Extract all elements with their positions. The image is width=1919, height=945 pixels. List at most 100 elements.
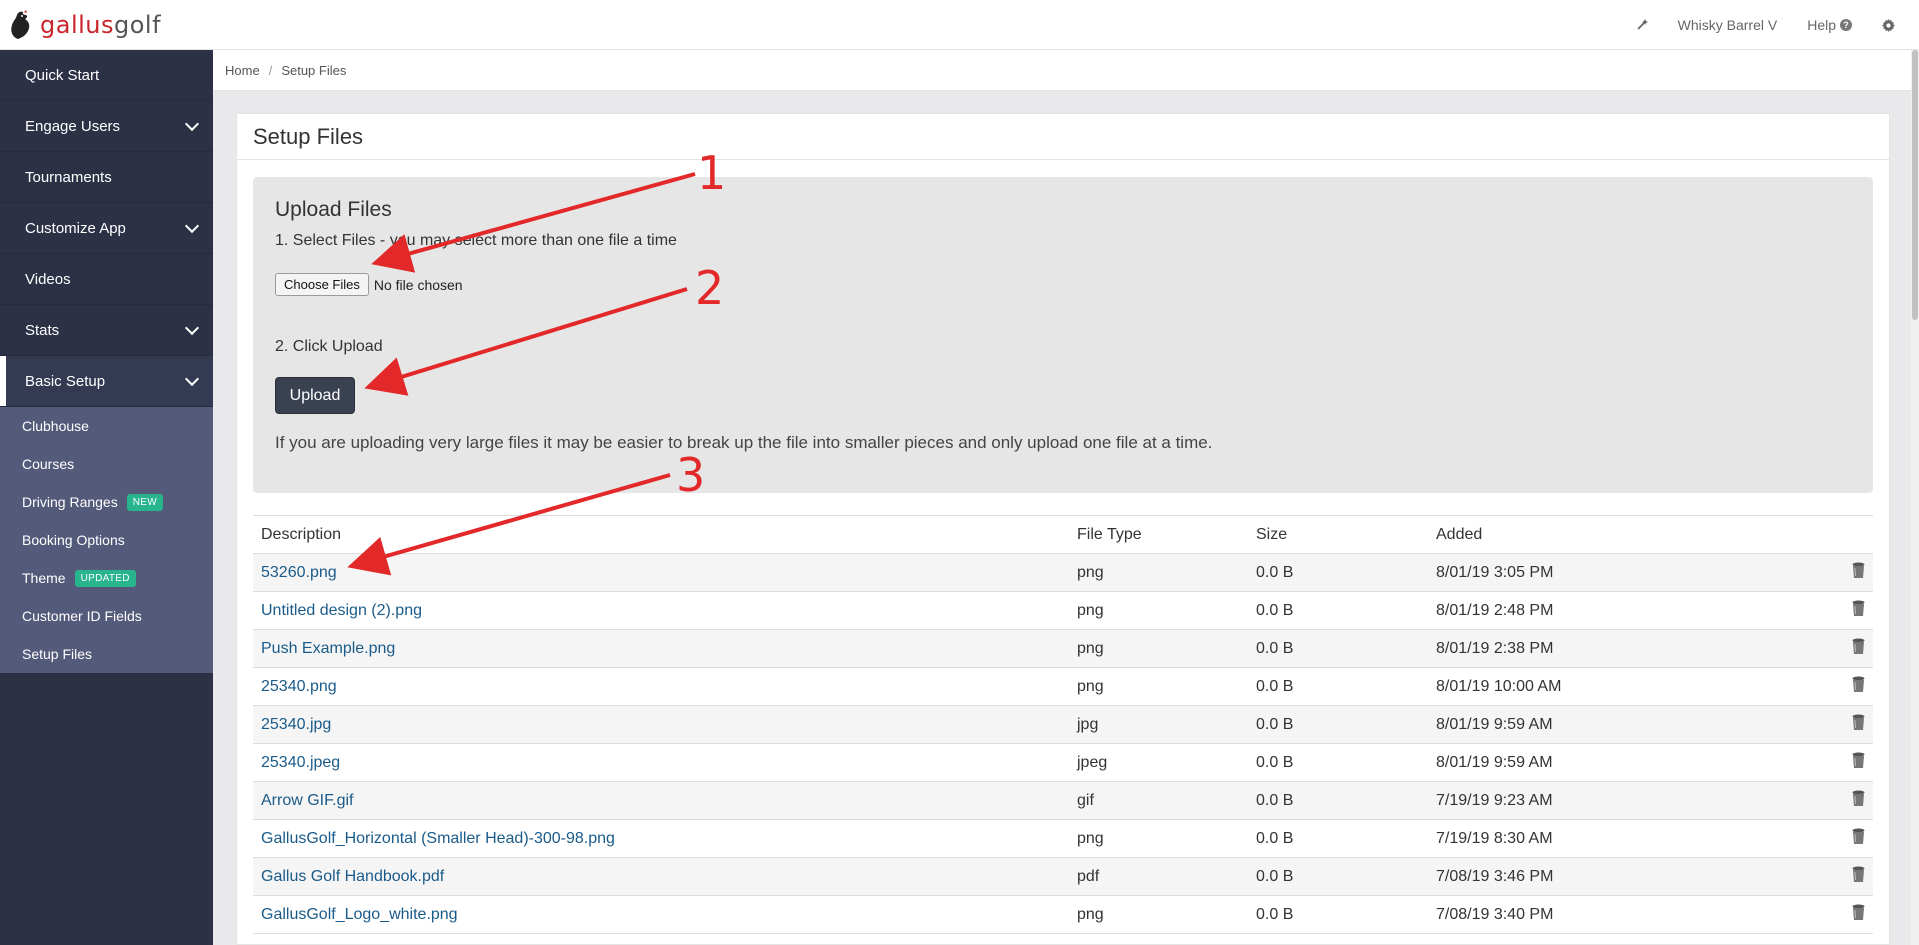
file-link[interactable]: Gallus Golf Handbook.pdf — [261, 868, 444, 885]
sidebar-subnav: Clubhouse Courses Driving Ranges NEW Boo… — [0, 407, 213, 673]
sidebar-item-quick-start[interactable]: Quick Start — [0, 50, 213, 101]
file-actions-cell — [1808, 667, 1873, 706]
table-row: GallusGolf_Logo_white.png png 0.0 B 7/08/19… — [253, 895, 1873, 934]
file-description-cell: Arrow GIF.gif — [253, 781, 1069, 820]
settings-button[interactable] — [1882, 18, 1895, 32]
subnav-item-theme[interactable]: Theme UPDATED — [0, 559, 213, 597]
table-row: 25340.png png 0.0 B 8/01/19 10:00 AM — [253, 667, 1873, 706]
file-type-cell: png — [1069, 629, 1248, 668]
table-row: 53260.png png 0.0 B 8/01/19 3:05 PM — [253, 553, 1873, 592]
help-menu[interactable]: Help ? — [1807, 17, 1852, 33]
file-type-cell: png — [1069, 895, 1248, 934]
file-link[interactable]: 53260.png — [261, 564, 337, 581]
chevron-down-icon — [184, 320, 200, 335]
setup-files-panel: Setup Files Upload Files 1. Select Files… — [236, 113, 1890, 945]
file-input[interactable]: Choose Files No file chosen — [275, 273, 463, 296]
subnav-item-customer-id-fields[interactable]: Customer ID Fields — [0, 597, 213, 635]
file-description-cell: Push Example.png — [253, 629, 1069, 668]
file-link[interactable]: 25340.png — [261, 678, 337, 695]
scrollbar-thumb[interactable] — [1912, 50, 1918, 320]
column-header-description[interactable]: Description — [253, 515, 1069, 554]
trash-icon[interactable] — [1852, 790, 1865, 807]
sidebar-item-engage-users[interactable]: Engage Users — [0, 101, 213, 152]
subnav-item-setup-files[interactable]: Setup Files — [0, 635, 213, 673]
sidebar-item-label: Stats — [25, 321, 60, 339]
file-link[interactable]: GallusGolf_Horizontal (Smaller Head)-300… — [261, 830, 615, 847]
account-menu[interactable]: Whisky Barrel V — [1678, 17, 1778, 33]
file-description-cell: 25340.png — [253, 667, 1069, 706]
file-type-cell: pdf — [1069, 857, 1248, 896]
file-actions-cell — [1808, 553, 1873, 592]
updated-badge: UPDATED — [74, 569, 136, 587]
file-size-cell: 0.0 B — [1248, 629, 1428, 668]
file-added-cell: 7/19/19 9:23 AM — [1428, 781, 1808, 820]
table-row: GallusGolf_Horizontal (Smaller Head)-300… — [253, 819, 1873, 858]
sidebar-item-tournaments[interactable]: Tournaments — [0, 152, 213, 203]
file-size-cell: 0.0 B — [1248, 591, 1428, 630]
logo-text-brand: gallus — [40, 11, 114, 39]
file-description-cell: GallusGolf_Horizontal (Smaller Head)-300… — [253, 819, 1069, 858]
file-added-cell: 7/08/19 3:40 PM — [1428, 895, 1808, 934]
sidebar-item-stats[interactable]: Stats — [0, 305, 213, 356]
file-added-cell: 8/01/19 9:59 AM — [1428, 705, 1808, 744]
trash-icon[interactable] — [1852, 904, 1865, 921]
subnav-item-label: Driving Ranges — [22, 494, 118, 510]
column-header-added[interactable]: Added — [1428, 515, 1808, 554]
column-header-size[interactable]: Size — [1248, 515, 1428, 554]
trash-icon[interactable] — [1852, 752, 1865, 769]
magic-wand-button[interactable] — [1636, 19, 1648, 31]
file-size-cell: 0.0 B — [1248, 553, 1428, 592]
breadcrumb-home-link[interactable]: Home — [225, 63, 260, 78]
upload-button[interactable]: Upload — [275, 377, 355, 414]
file-link[interactable]: GallusGolf_Logo_white.png — [261, 906, 458, 923]
annotation-number-1: 1 — [697, 146, 727, 200]
sidebar-item-videos[interactable]: Videos — [0, 254, 213, 305]
table-row: Gallus Golf Handbook.pdf pdf 0.0 B 7/08/19 … — [253, 857, 1873, 896]
subnav-item-courses[interactable]: Courses — [0, 445, 213, 483]
trash-icon[interactable] — [1852, 638, 1865, 655]
file-actions-cell — [1808, 629, 1873, 668]
rooster-logo-icon — [11, 10, 30, 39]
file-link[interactable]: Arrow GIF.gif — [261, 792, 353, 809]
file-link[interactable]: 25340.jpg — [261, 716, 331, 733]
trash-icon[interactable] — [1852, 714, 1865, 731]
column-header-file-type[interactable]: File Type — [1069, 515, 1248, 554]
trash-icon[interactable] — [1852, 828, 1865, 845]
new-badge: NEW — [126, 493, 163, 511]
top-nav: Whisky Barrel V Help ? — [1636, 0, 1895, 50]
file-link[interactable]: Untitled design (2).png — [261, 602, 422, 619]
choose-files-button[interactable]: Choose Files — [275, 273, 369, 296]
sidebar-item-label: Customize App — [25, 219, 126, 237]
logo[interactable]: gallusgolf — [8, 9, 161, 41]
trash-icon[interactable] — [1852, 600, 1865, 617]
sidebar-item-customize-app[interactable]: Customize App — [0, 203, 213, 254]
step2-instruction: 2. Click Upload — [275, 338, 383, 355]
file-link[interactable]: Push Example.png — [261, 640, 395, 657]
trash-icon[interactable] — [1852, 676, 1865, 693]
sidebar-item-label: Quick Start — [25, 66, 100, 84]
file-link[interactable]: 25340.jpeg — [261, 754, 340, 771]
file-type-cell: png — [1069, 553, 1248, 592]
subnav-item-booking-options[interactable]: Booking Options — [0, 521, 213, 559]
files-table: Description File Type Size Added 53260.p… — [253, 515, 1873, 934]
subnav-item-label: Customer ID Fields — [22, 608, 142, 624]
table-row: Arrow GIF.gif gif 0.0 B 7/19/19 9:23 AM — [253, 781, 1873, 820]
file-added-cell: 7/19/19 8:30 AM — [1428, 819, 1808, 858]
file-description-cell: 53260.png — [253, 553, 1069, 592]
sidebar-item-basic-setup[interactable]: Basic Setup — [0, 356, 213, 407]
magic-wand-icon — [1636, 19, 1648, 30]
file-added-cell: 8/01/19 2:48 PM — [1428, 591, 1808, 630]
table-row: Untitled design (2).png png 0.0 B 8/01/19 2… — [253, 591, 1873, 630]
file-added-cell: 8/01/19 9:59 AM — [1428, 743, 1808, 782]
subnav-item-driving-ranges[interactable]: Driving Ranges NEW — [0, 483, 213, 521]
file-size-cell: 0.0 B — [1248, 781, 1428, 820]
subnav-item-clubhouse[interactable]: Clubhouse — [0, 407, 213, 445]
breadcrumb: Home / Setup Files — [213, 50, 1919, 91]
trash-icon[interactable] — [1852, 866, 1865, 883]
file-type-cell: png — [1069, 819, 1248, 858]
sidebar-item-label: Videos — [25, 270, 71, 288]
trash-icon[interactable] — [1852, 562, 1865, 579]
file-description-cell: Gallus Golf Handbook.pdf — [253, 857, 1069, 896]
vertical-scrollbar[interactable] — [1911, 50, 1919, 945]
subnav-item-label: Setup Files — [22, 646, 93, 662]
